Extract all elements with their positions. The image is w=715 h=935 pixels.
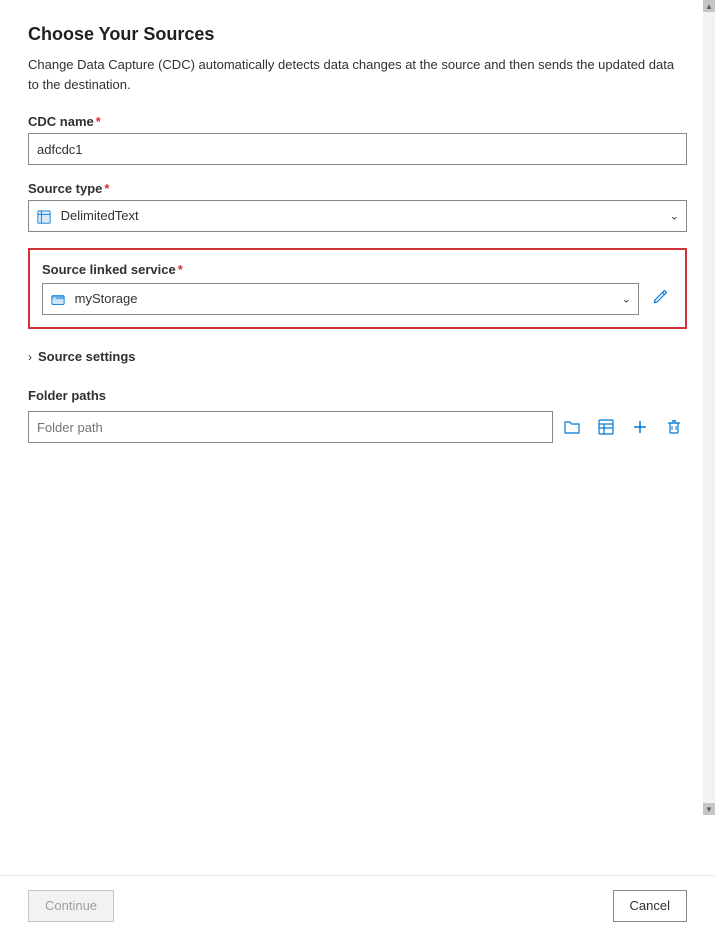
source-linked-service-row: myStorage ⌄	[42, 283, 673, 315]
table-select-icon	[597, 418, 615, 436]
add-icon	[631, 418, 649, 436]
delimited-text-icon	[37, 210, 51, 224]
source-settings-label: Source settings	[38, 349, 136, 364]
scrollbar: ▲ ▼	[703, 0, 715, 815]
dialog: Choose Your Sources Change Data Capture …	[0, 0, 715, 935]
edit-linked-service-icon[interactable]	[647, 284, 673, 315]
storage-icon	[51, 293, 65, 307]
continue-button[interactable]: Continue	[28, 890, 114, 922]
source-type-display: DelimitedText	[37, 208, 139, 224]
pencil-icon	[651, 288, 669, 306]
scrollbar-up-button[interactable]: ▲	[703, 0, 715, 12]
source-type-select-wrapper: DelimitedText ⌄	[28, 200, 687, 232]
cdc-name-input[interactable]	[28, 133, 687, 165]
source-settings-chevron-icon: ›	[28, 350, 32, 364]
dialog-footer: Continue Cancel	[0, 875, 715, 935]
folder-paths-label: Folder paths	[28, 388, 687, 403]
trash-icon	[665, 418, 683, 436]
page-title: Choose Your Sources	[28, 24, 687, 45]
source-linked-service-section: Source linked service* myStorage	[28, 248, 687, 329]
description: Change Data Capture (CDC) automatically …	[28, 55, 687, 94]
source-type-select[interactable]: DelimitedText ⌄	[28, 200, 687, 232]
source-type-label: Source type*	[28, 181, 687, 196]
source-linked-service-display: myStorage	[51, 291, 138, 307]
cdc-name-group: CDC name*	[28, 114, 687, 165]
cancel-button[interactable]: Cancel	[613, 890, 687, 922]
delete-folder-path-button[interactable]	[661, 416, 687, 438]
add-folder-path-button[interactable]	[627, 416, 653, 438]
folder-path-row	[28, 411, 687, 443]
source-linked-service-label: Source linked service*	[42, 262, 673, 277]
scrollbar-down-button[interactable]: ▼	[703, 803, 715, 815]
source-settings-row[interactable]: › Source settings	[28, 345, 687, 368]
browse-folder-button[interactable]	[559, 416, 585, 438]
folder-path-input[interactable]	[28, 411, 553, 443]
dialog-content: Choose Your Sources Change Data Capture …	[0, 0, 715, 875]
scrollbar-track	[703, 12, 715, 803]
cdc-name-label: CDC name*	[28, 114, 687, 129]
source-linked-chevron-icon: ⌄	[622, 293, 631, 306]
source-linked-service-select-wrapper: myStorage ⌄	[42, 283, 639, 315]
source-linked-service-select[interactable]: myStorage ⌄	[42, 283, 639, 315]
folder-paths-group: Folder paths	[28, 388, 687, 443]
folder-path-icons	[559, 416, 687, 438]
folder-browse-icon	[563, 418, 581, 436]
source-type-group: Source type* DelimitedText ⌄	[28, 181, 687, 232]
source-type-chevron-icon: ⌄	[670, 210, 679, 223]
select-table-button[interactable]	[593, 416, 619, 438]
